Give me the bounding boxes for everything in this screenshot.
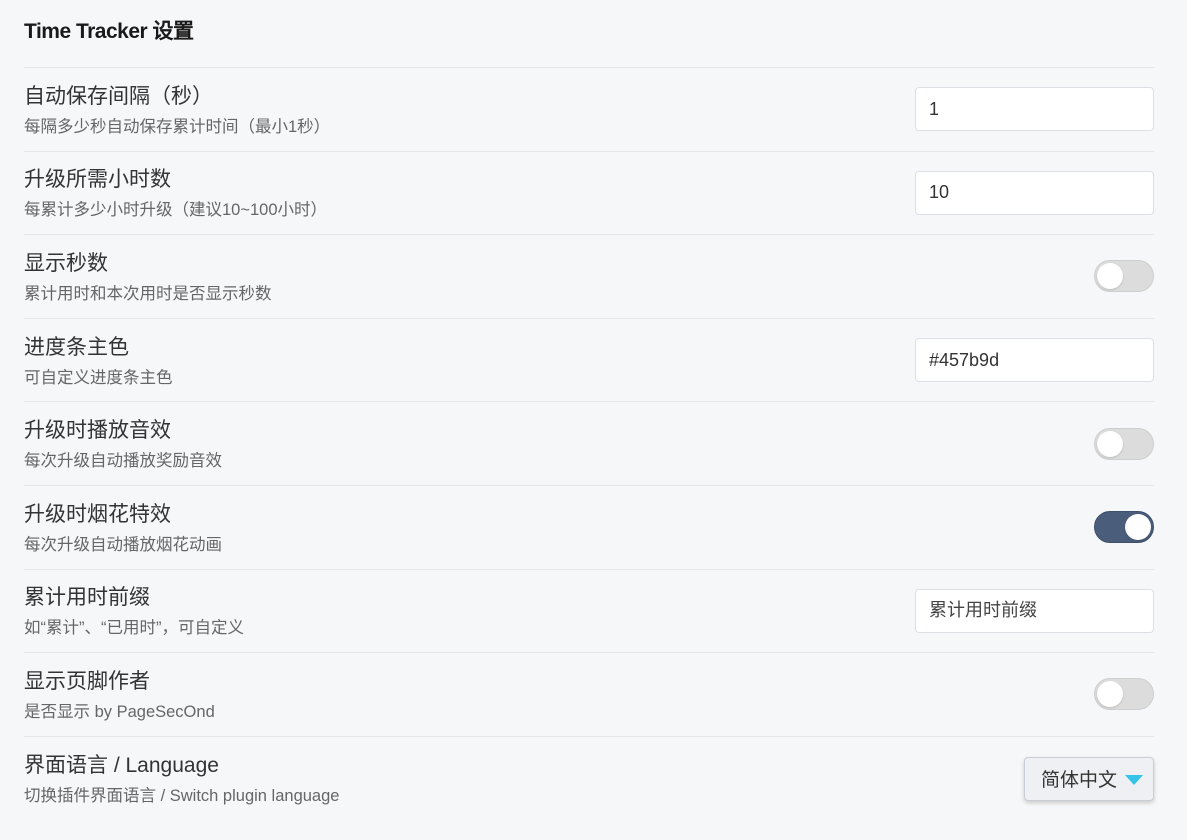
fireworks-toggle[interactable]: [1094, 511, 1154, 544]
setting-title: 升级所需小时数: [24, 168, 171, 192]
setting-title: 显示秒数: [24, 251, 108, 275]
setting-label-group: 升级所需小时数 每累计多少小时升级（建议10~100小时）: [24, 164, 327, 221]
toggle-knob: [1097, 263, 1123, 290]
show-seconds-toggle[interactable]: [1094, 260, 1154, 293]
setting-title: 进度条主色: [24, 335, 129, 359]
setting-description: 切换插件界面语言 / Switch plugin language: [24, 787, 340, 806]
toggle-knob: [1097, 430, 1123, 457]
setting-title: 累计用时前缀: [24, 586, 150, 610]
autosave-interval-input[interactable]: [915, 87, 1154, 132]
setting-label-group: 累计用时前缀 如“累计”、“已用时”，可自定义: [24, 582, 244, 639]
caret-down-icon: [1125, 774, 1143, 785]
progress-color-input[interactable]: [915, 338, 1154, 383]
setting-row-prefix: 累计用时前缀 如“累计”、“已用时”，可自定义: [24, 570, 1154, 654]
setting-description: 是否显示 by PageSecOnd: [24, 702, 215, 721]
language-selected-value: 简体中文: [1041, 770, 1118, 792]
page-title: Time Tracker 设置: [24, 0, 1154, 68]
setting-label-group: 进度条主色 可自定义进度条主色: [24, 332, 173, 389]
setting-row-fireworks: 升级时烟花特效 每次升级自动播放烟花动画: [24, 486, 1154, 570]
setting-description: 累计用时和本次用时是否显示秒数: [24, 284, 272, 303]
setting-description: 如“累计”、“已用时”，可自定义: [24, 619, 244, 638]
language-select[interactable]: 简体中文: [1024, 756, 1154, 801]
setting-description: 可自定义进度条主色: [24, 368, 173, 387]
setting-row-upgrade-sound: 升级时播放音效 每次升级自动播放奖励音效: [24, 402, 1154, 486]
setting-label-group: 界面语言 / Language 切换插件界面语言 / Switch plugin…: [24, 750, 339, 807]
setting-row-upgrade-hours: 升级所需小时数 每累计多少小时升级（建议10~100小时）: [24, 152, 1154, 236]
toggle-knob: [1097, 681, 1123, 708]
setting-description: 每隔多少秒自动保存累计时间（最小1秒）: [24, 117, 331, 136]
prefix-input[interactable]: [915, 588, 1154, 633]
setting-title: 升级时播放音效: [24, 419, 171, 443]
setting-row-show-seconds: 显示秒数 累计用时和本次用时是否显示秒数: [24, 235, 1154, 319]
setting-description: 每次升级自动播放奖励音效: [24, 452, 222, 471]
setting-title: 界面语言 / Language: [24, 754, 219, 778]
setting-label-group: 显示页脚作者 是否显示 by PageSecOnd: [24, 666, 215, 723]
toggle-knob: [1125, 514, 1151, 541]
setting-title: 显示页脚作者: [24, 669, 150, 693]
upgrade-hours-input[interactable]: [915, 170, 1154, 215]
setting-row-language: 界面语言 / Language 切换插件界面语言 / Switch plugin…: [24, 737, 1154, 821]
setting-label-group: 升级时烟花特效 每次升级自动播放烟花动画: [24, 499, 222, 556]
setting-label-group: 升级时播放音效 每次升级自动播放奖励音效: [24, 415, 222, 472]
footer-author-toggle[interactable]: [1094, 678, 1154, 711]
upgrade-sound-toggle[interactable]: [1094, 427, 1154, 460]
setting-title: 自动保存间隔（秒）: [24, 84, 213, 108]
setting-description: 每累计多少小时升级（建议10~100小时）: [24, 201, 328, 220]
setting-row-progress-color: 进度条主色 可自定义进度条主色: [24, 319, 1154, 403]
setting-row-autosave: 自动保存间隔（秒） 每隔多少秒自动保存累计时间（最小1秒）: [24, 68, 1154, 152]
setting-label-group: 自动保存间隔（秒） 每隔多少秒自动保存累计时间（最小1秒）: [24, 81, 330, 138]
settings-page: Time Tracker 设置 自动保存间隔（秒） 每隔多少秒自动保存累计时间（…: [0, 0, 1187, 840]
setting-label-group: 显示秒数 累计用时和本次用时是否显示秒数: [24, 248, 272, 305]
setting-description: 每次升级自动播放烟花动画: [24, 535, 222, 554]
setting-row-footer-author: 显示页脚作者 是否显示 by PageSecOnd: [24, 653, 1154, 737]
setting-title: 升级时烟花特效: [24, 502, 171, 526]
